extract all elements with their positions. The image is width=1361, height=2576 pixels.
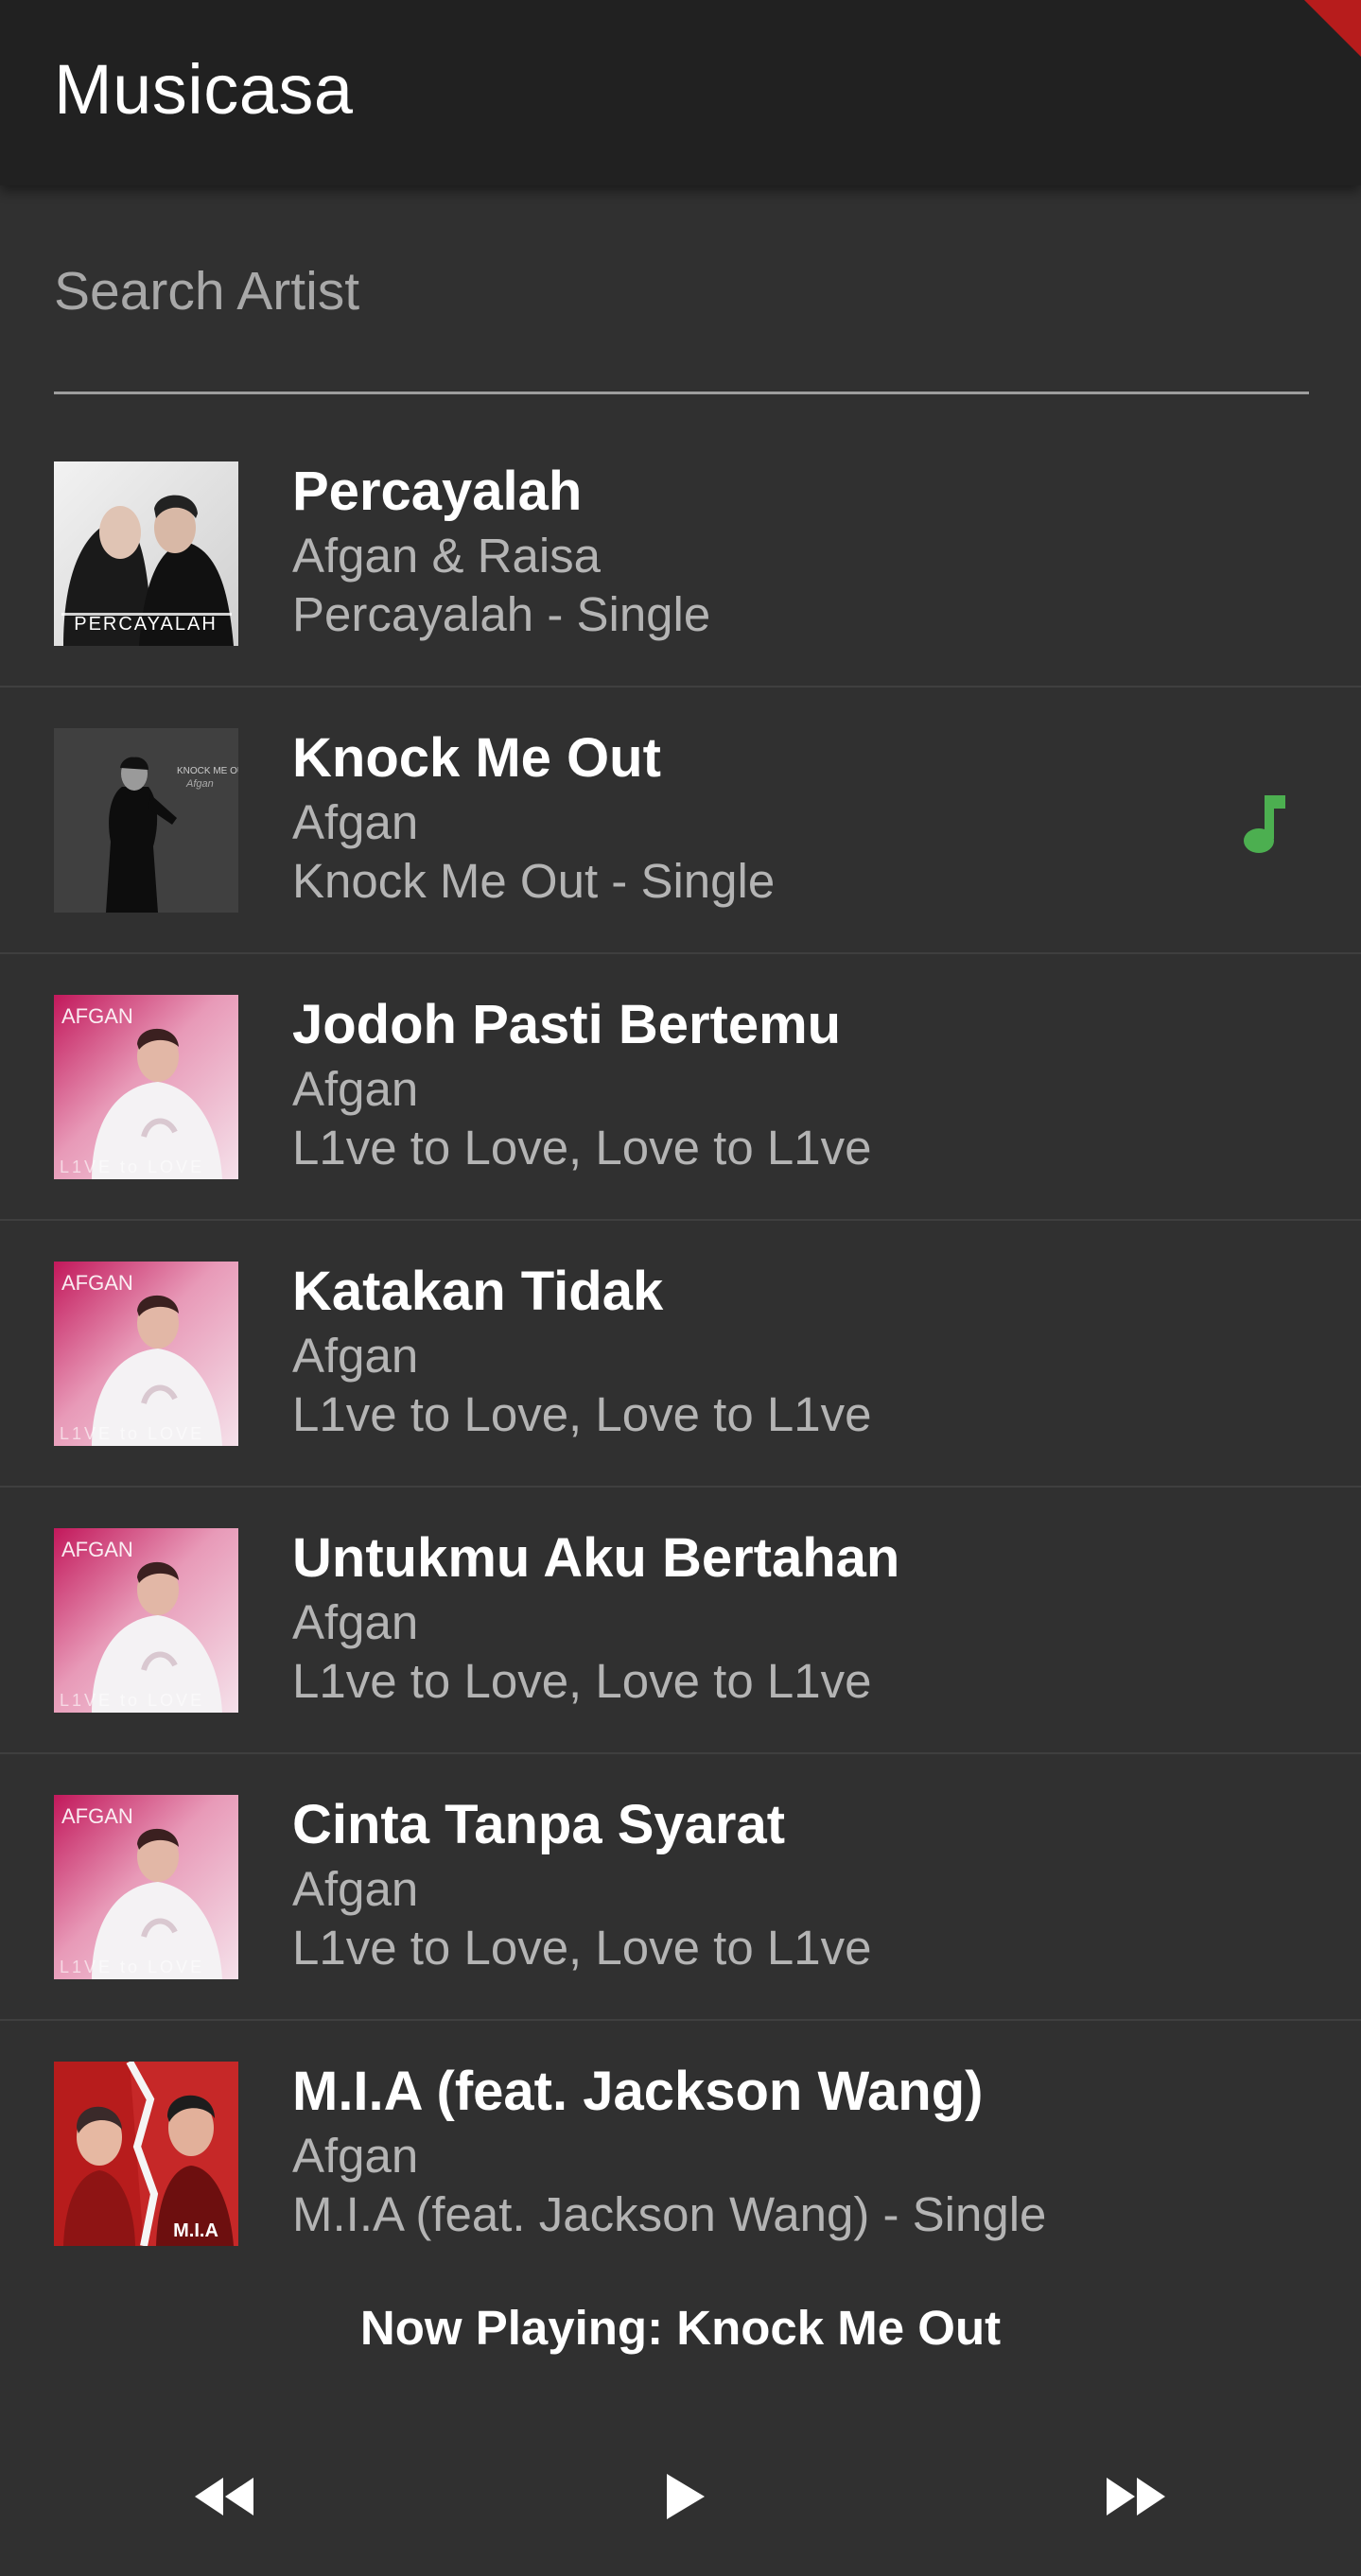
play-icon: [667, 2474, 705, 2519]
album-art-image: AFGAN L1VE to LOVE: [54, 1528, 238, 1713]
song-album: M.I.A (feat. Jackson Wang) - Single: [292, 2187, 1047, 2241]
search-input[interactable]: [54, 236, 1309, 346]
song-artist: Afgan: [292, 795, 419, 849]
song-list-item[interactable]: AFGAN L1VE to LOVE Jodoh Pasti Bertemu Afga…: [0, 954, 1361, 1221]
album-art-image: AFGAN L1VE to LOVE: [54, 1795, 238, 1979]
song-title: Untukmu Aku Bertahan: [292, 1527, 900, 1589]
svg-text:AFGAN: AFGAN: [61, 1004, 133, 1028]
song-list-item[interactable]: PERCAYALAH Percayalah Afgan & Raisa Percaya…: [0, 421, 1361, 688]
song-list[interactable]: PERCAYALAH Percayalah Afgan & Raisa Percaya…: [0, 421, 1361, 2251]
album-art-image: KNOCK ME OUT Afgan: [54, 728, 238, 913]
next-button[interactable]: [1097, 2459, 1173, 2534]
svg-text:AFGAN: AFGAN: [61, 1804, 133, 1828]
fast-rewind-icon: [195, 2478, 253, 2515]
song-list-item[interactable]: M.I.A M.I.A (feat. Jackson Wang) Afgan M.I.…: [0, 2021, 1361, 2251]
song-title: M.I.A (feat. Jackson Wang): [292, 2061, 984, 2122]
album-art-image: M.I.A: [54, 2062, 238, 2246]
song-title: Jodoh Pasti Bertemu: [292, 994, 842, 1055]
search-underline: [54, 392, 1309, 394]
svg-text:L1VE to LOVE: L1VE to LOVE: [60, 1958, 204, 1976]
song-album: L1ve to Love, Love to L1ve: [292, 1921, 872, 1975]
player-controls: [0, 2459, 1361, 2534]
album-art-image: AFGAN L1VE to LOVE: [54, 995, 238, 1179]
song-artist: Afgan: [292, 1062, 419, 1116]
svg-text:L1VE to LOVE: L1VE to LOVE: [60, 1424, 204, 1443]
song-album: L1ve to Love, Love to L1ve: [292, 1387, 872, 1441]
song-list-item[interactable]: AFGAN L1VE to LOVE Untukmu Aku Bertahan Afg…: [0, 1488, 1361, 1754]
svg-text:AFGAN: AFGAN: [61, 1538, 133, 1561]
svg-text:L1VE to LOVE: L1VE to LOVE: [60, 1691, 204, 1710]
song-artist: Afgan: [292, 2129, 419, 2183]
song-artist: Afgan: [292, 1595, 419, 1649]
now-playing-indicator: [1236, 792, 1293, 858]
song-title: Knock Me Out: [292, 727, 661, 789]
song-album: L1ve to Love, Love to L1ve: [292, 1654, 872, 1708]
album-art-image: AFGAN L1VE to LOVE: [54, 1262, 238, 1446]
song-title: Percayalah: [292, 461, 583, 522]
album-art-image: PERCAYALAH: [54, 461, 238, 646]
svg-text:Afgan: Afgan: [185, 778, 214, 790]
svg-text:KNOCK ME OUT: KNOCK ME OUT: [177, 766, 238, 776]
song-title: Katakan Tidak: [292, 1261, 664, 1322]
svg-text:M.I.A: M.I.A: [173, 2220, 218, 2241]
app-bar: Musicasa: [0, 0, 1361, 185]
debug-banner: [1304, 0, 1361, 57]
song-artist: Afgan & Raisa: [292, 529, 602, 583]
song-list-item[interactable]: KNOCK ME OUTAfganKnock Me OutAfganKnock …: [0, 688, 1361, 954]
now-playing-label: Now Playing: Knock Me Out: [359, 2301, 1002, 2355]
svg-text:AFGAN: AFGAN: [61, 1271, 133, 1295]
song-artist: Afgan: [292, 1862, 419, 1916]
fast-forward-icon: [1107, 2478, 1165, 2515]
song-album: Percayalah - Single: [292, 587, 711, 641]
song-list-item[interactable]: AFGAN L1VE to LOVE Katakan Tidak Afgan L1ve …: [0, 1221, 1361, 1488]
play-button[interactable]: [646, 2459, 722, 2534]
song-album: L1ve to Love, Love to L1ve: [292, 1121, 872, 1175]
music-note-icon: [1244, 795, 1285, 853]
svg-text:PERCAYALAH: PERCAYALAH: [74, 614, 218, 635]
song-title: Cinta Tanpa Syarat: [292, 1794, 786, 1855]
previous-button[interactable]: [187, 2459, 263, 2534]
song-list-item[interactable]: AFGAN L1VE to LOVE Cinta Tanpa Syarat Afgan…: [0, 1754, 1361, 2021]
search-field[interactable]: [54, 236, 1309, 397]
svg-text:L1VE to LOVE: L1VE to LOVE: [60, 1157, 204, 1176]
song-album: Knock Me Out - Single: [292, 854, 776, 908]
app-title: Musicasa: [54, 50, 354, 129]
song-artist: Afgan: [292, 1329, 419, 1383]
app-screen: Musicasa PERCAYALAH Percayalah Afgan & Rai…: [0, 0, 1361, 2576]
